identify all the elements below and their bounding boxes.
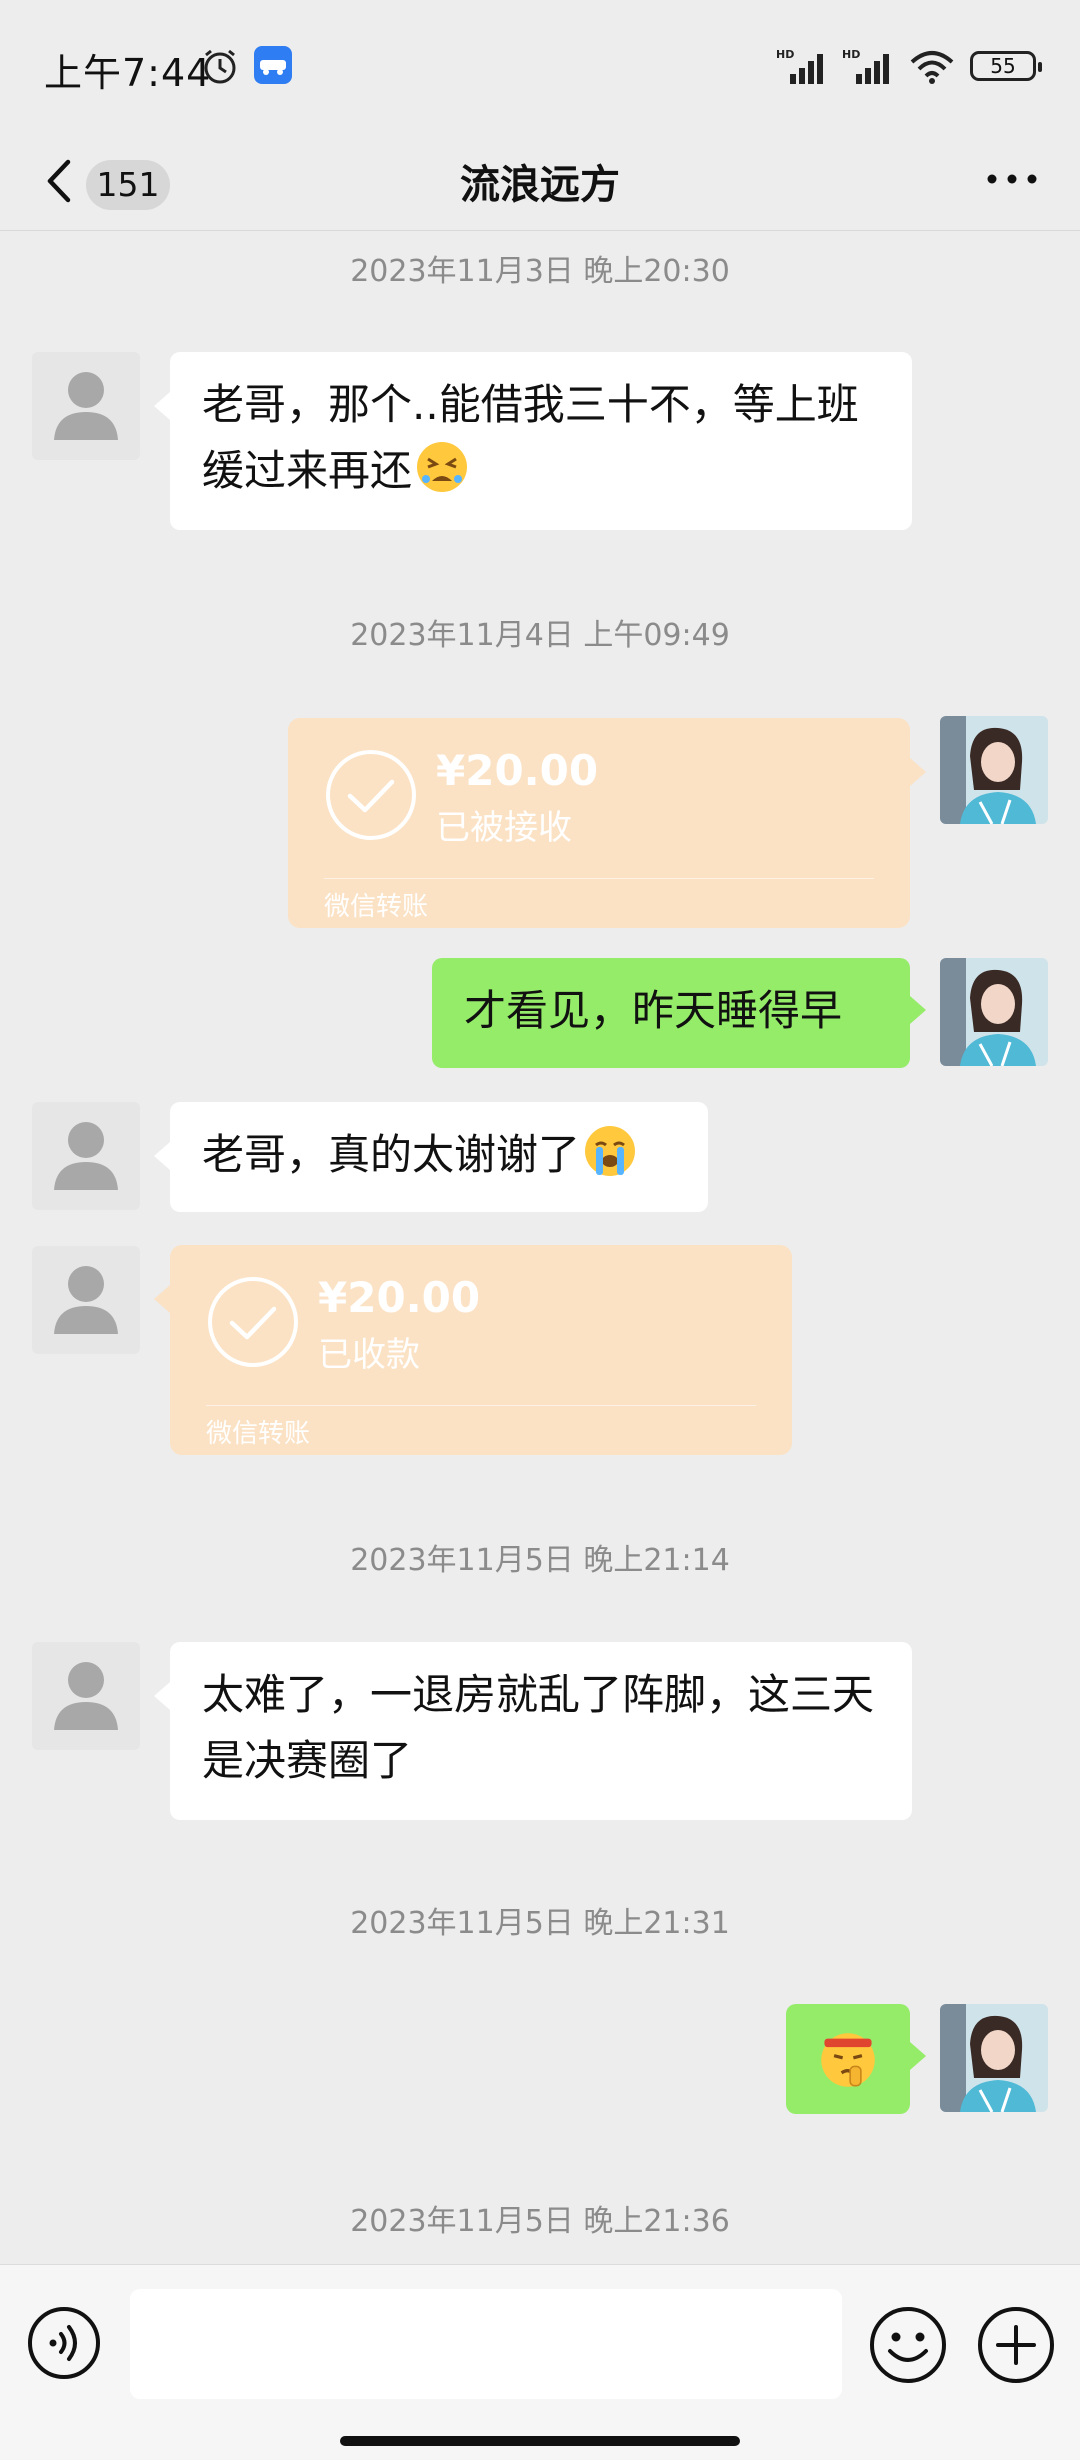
status-bar: 上午7:44 HD HD 55 — [0, 0, 1080, 130]
emoji-shushing-face-icon — [821, 2032, 875, 2087]
app-notification-icon — [254, 46, 292, 84]
transfer-footer: 微信转账 — [324, 892, 429, 922]
avatar-photo-icon — [940, 716, 1048, 824]
message-timestamp: 2023年11月5日 晚上21:31 — [350, 1906, 730, 1941]
svg-text:HD: HD — [776, 48, 794, 61]
transfer-status: 已收款 — [318, 1335, 420, 1375]
chat-header: 151 流浪远方 — [0, 130, 1080, 231]
message-timestamp: 2023年11月4日 上午09:49 — [350, 618, 730, 653]
default-avatar-icon — [54, 1662, 118, 1730]
battery-icon: 55 — [970, 51, 1042, 81]
transfer-card-received[interactable]: ¥20.00 已收款 微信转账 — [154, 1245, 792, 1455]
emoji-tired-face-icon — [417, 442, 468, 492]
contact-avatar[interactable] — [32, 1246, 140, 1354]
contact-avatar[interactable] — [32, 1642, 140, 1750]
message-input[interactable] — [130, 2289, 842, 2399]
message-text: 老哥，那个..能借我三十不，等上班缓过来再还 — [202, 380, 859, 495]
transfer-amount: ¥20.00 — [318, 1273, 481, 1322]
message-text: 太难了，一退房就乱了阵脚，这三天是决赛圈了 — [202, 1670, 875, 1785]
default-avatar-icon — [54, 1122, 118, 1190]
transfer-footer: 微信转账 — [206, 1419, 311, 1449]
my-avatar[interactable] — [940, 2004, 1048, 2112]
more-dots-icon[interactable] — [982, 164, 1042, 194]
my-avatar[interactable] — [940, 958, 1048, 1066]
check-circle-icon — [208, 1277, 298, 1367]
transfer-status: 已被接收 — [436, 808, 572, 848]
wifi-icon — [910, 51, 954, 84]
battery-level: 55 — [990, 54, 1016, 78]
status-indicators: HD HD 55 — [776, 46, 1042, 86]
emoji-icon[interactable] — [868, 2305, 948, 2385]
emoji-crying-face-icon — [585, 1126, 636, 1176]
transfer-card-sent[interactable]: ¥20.00 已被接收 微信转账 — [288, 718, 926, 928]
avatar-photo-icon — [940, 958, 1048, 1066]
voice-icon[interactable] — [26, 2305, 102, 2381]
message-bubble-incoming[interactable]: 老哥，那个..能借我三十不，等上班缓过来再还 — [154, 352, 912, 530]
message-text: 老哥，真的太谢谢了 — [202, 1130, 581, 1179]
avatar-photo-icon — [940, 2004, 1048, 2112]
message-bubble-outgoing[interactable]: 才看见，昨天睡得早 — [432, 958, 926, 1068]
default-avatar-icon — [54, 1266, 118, 1334]
message-bubble-incoming[interactable]: 老哥，真的太谢谢了 — [154, 1102, 708, 1212]
status-time: 上午7:44 — [44, 51, 212, 95]
svg-text:HD: HD — [842, 48, 860, 61]
default-avatar-icon — [54, 372, 118, 440]
check-circle-icon — [326, 750, 416, 840]
input-bar — [0, 2264, 1080, 2460]
message-bubble-outgoing[interactable] — [786, 2004, 926, 2114]
message-timestamp: 2023年11月5日 晚上21:36 — [350, 2204, 730, 2239]
chat-screen: 上午7:44 HD HD 55 151 流浪远方 2023年11月3日 晚上20… — [0, 0, 1080, 2460]
plus-icon[interactable] — [976, 2305, 1056, 2385]
message-bubble-incoming[interactable]: 太难了，一退房就乱了阵脚，这三天是决赛圈了 — [154, 1642, 912, 1820]
my-avatar[interactable] — [940, 716, 1048, 824]
transfer-divider — [206, 1405, 756, 1406]
contact-avatar[interactable] — [32, 352, 140, 460]
transfer-divider — [324, 878, 874, 879]
message-text: 才看见，昨天睡得早 — [464, 986, 843, 1035]
home-indicator[interactable] — [340, 2436, 740, 2446]
alarm-icon — [204, 49, 236, 84]
contact-avatar[interactable] — [32, 1102, 140, 1210]
transfer-amount: ¥20.00 — [436, 746, 599, 795]
chat-title: 流浪远方 — [460, 162, 620, 208]
signal-icon: HD — [776, 48, 823, 84]
message-timestamp: 2023年11月3日 晚上20:30 — [350, 254, 730, 289]
signal-icon-2: HD — [842, 48, 889, 84]
message-timestamp: 2023年11月5日 晚上21:14 — [350, 1543, 730, 1578]
